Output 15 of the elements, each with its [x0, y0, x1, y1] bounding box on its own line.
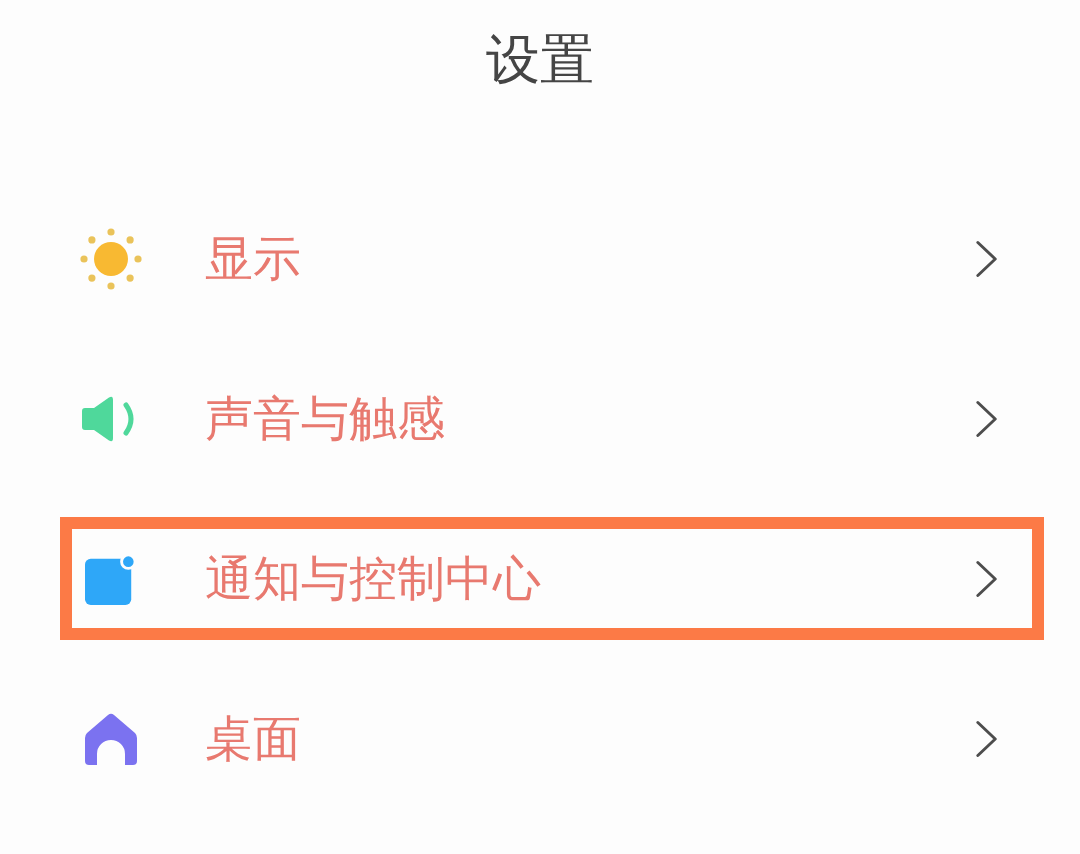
- chevron-right-icon: [976, 399, 998, 438]
- chevron-right-icon: [976, 239, 998, 278]
- settings-item[interactable]: 显示: [60, 197, 1044, 320]
- item-label: 通知与控制中心: [205, 549, 542, 608]
- item-label: 声音与触感: [205, 389, 446, 448]
- page-title: 设置: [486, 27, 594, 93]
- sun-icon: [80, 227, 142, 290]
- settings-item[interactable]: 声音与触感: [60, 357, 1044, 480]
- chevron-right-icon: [976, 559, 998, 598]
- chevron-right-icon: [976, 719, 998, 758]
- item-label: 显示: [205, 229, 302, 288]
- settings-item[interactable]: 桌面: [60, 677, 1044, 800]
- settings-item[interactable]: 通知与控制中心: [60, 517, 1044, 640]
- item-label: 桌面: [205, 709, 302, 768]
- home-icon: [85, 712, 137, 765]
